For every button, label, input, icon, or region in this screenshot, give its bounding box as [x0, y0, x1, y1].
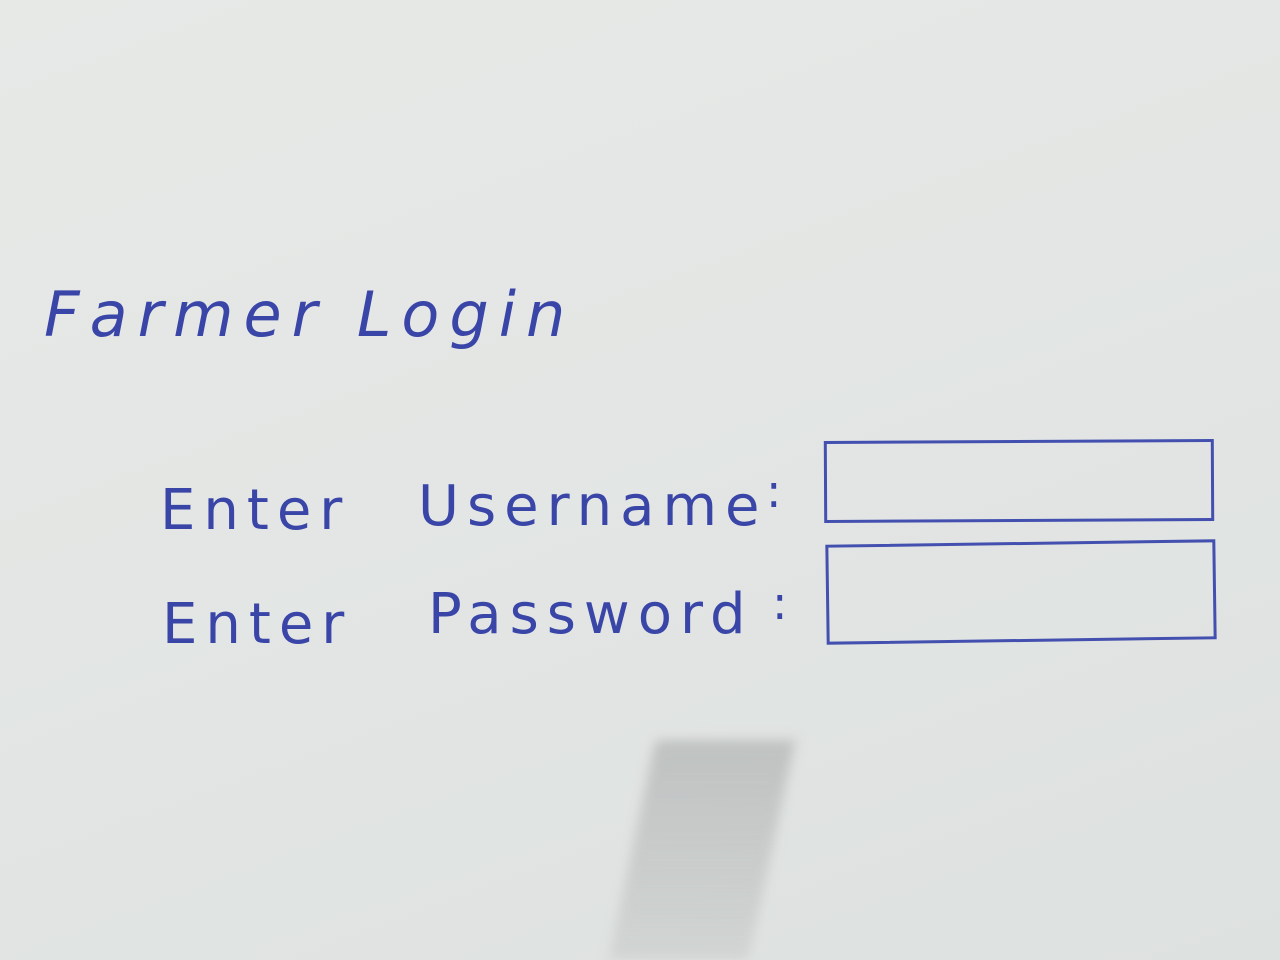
- password-input[interactable]: [825, 539, 1217, 645]
- username-label-text: Username: [418, 474, 768, 539]
- username-input[interactable]: [823, 438, 1215, 524]
- password-label-text: Password: [428, 582, 754, 647]
- password-label-enter: Enter: [162, 592, 353, 657]
- password-colon: :: [772, 576, 788, 630]
- pen-shadow: [608, 740, 796, 960]
- username-label-enter: Enter: [160, 478, 351, 543]
- username-colon: :: [766, 464, 782, 518]
- sketch-paper: Farmer Login Enter Username : Enter Pass…: [0, 0, 1280, 960]
- page-title: Farmer Login: [44, 278, 576, 351]
